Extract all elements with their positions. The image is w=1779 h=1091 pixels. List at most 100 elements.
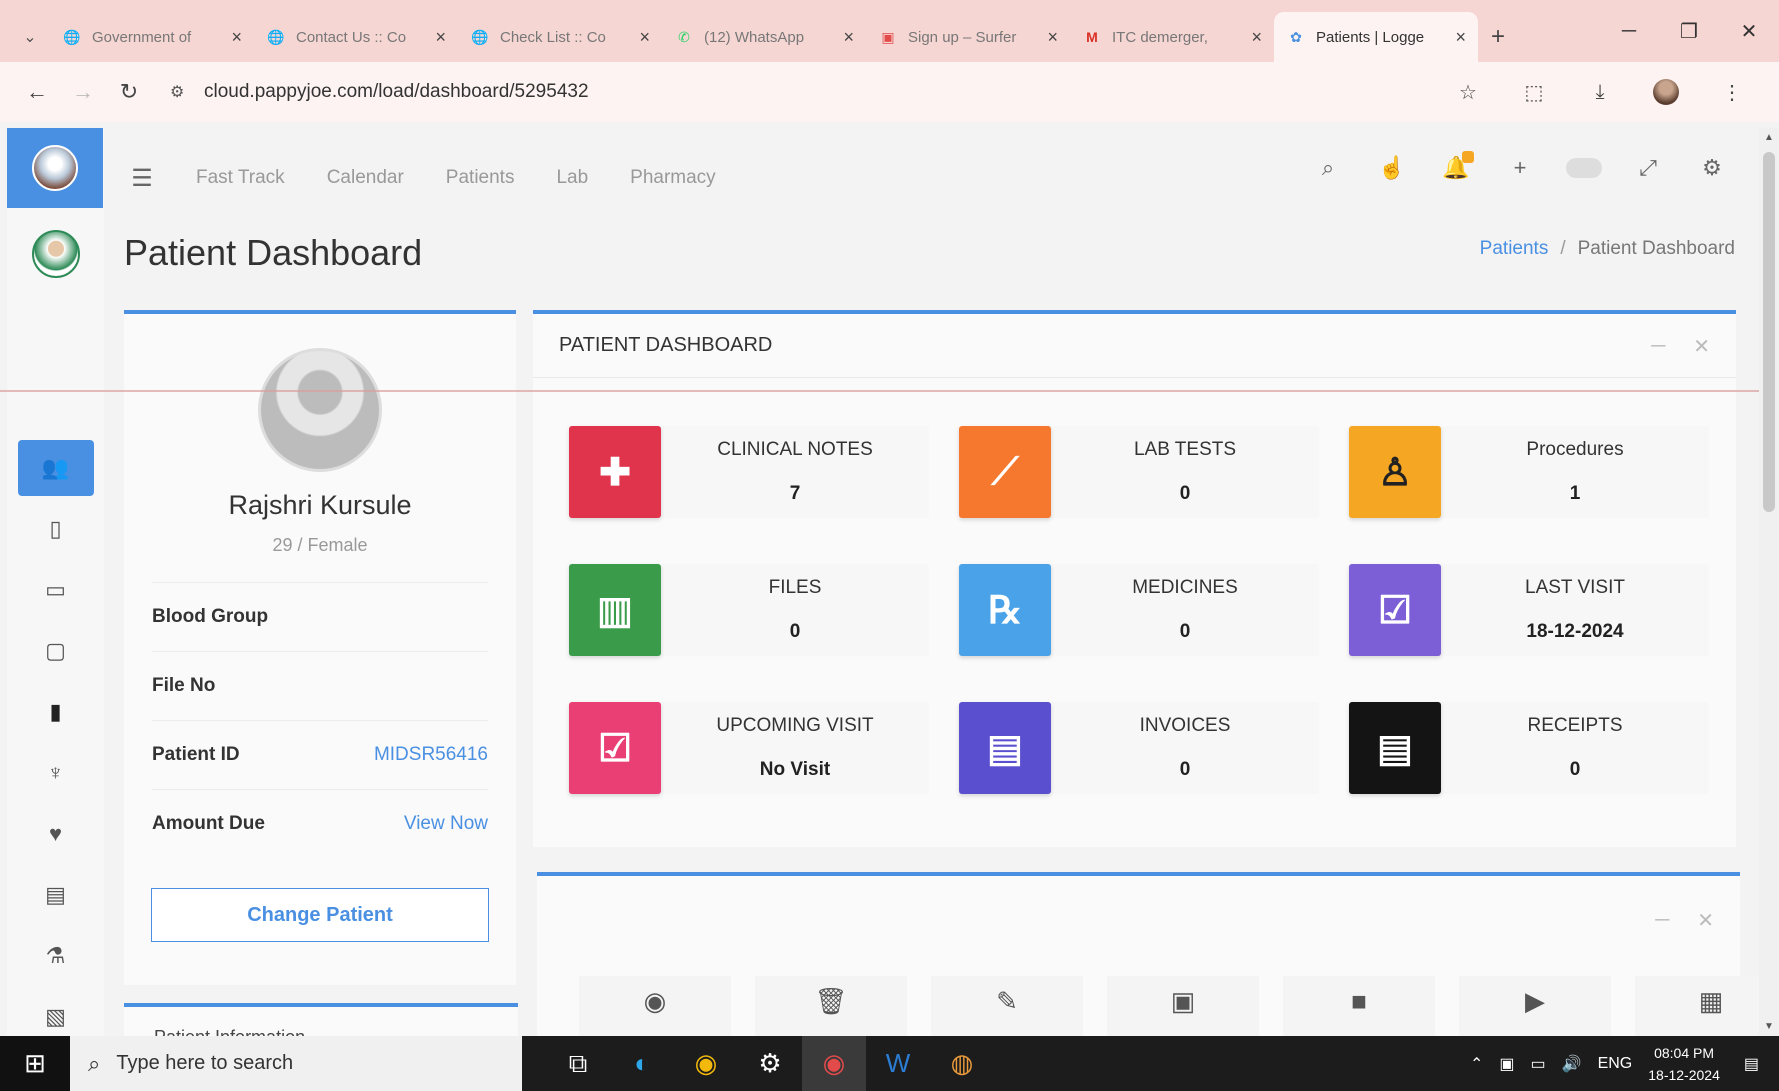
back-icon[interactable]: ←: [14, 72, 60, 112]
tab-search-dropdown[interactable]: ⌄: [10, 12, 50, 62]
task-view-icon[interactable]: ⧉: [546, 1036, 610, 1091]
action-profile[interactable]: ◉: [579, 976, 731, 1040]
action-edit[interactable]: ✎: [931, 976, 1083, 1040]
browser-tab-active[interactable]: ✿ Patients | Logge ×: [1274, 12, 1478, 62]
taskbar-search-input[interactable]: ⌕ Type here to search: [70, 1036, 522, 1091]
notifications-icon[interactable]: ▤: [1744, 1054, 1759, 1074]
nav-lab[interactable]: Lab: [556, 167, 588, 189]
action-appointment[interactable]: ▦: [1635, 976, 1779, 1040]
clock[interactable]: 08:04 PM 18-12-2024: [1648, 1042, 1720, 1086]
change-patient-button[interactable]: Change Patient: [151, 888, 489, 942]
close-tab-icon[interactable]: ×: [843, 27, 854, 48]
chrome-icon[interactable]: ◉: [674, 1036, 738, 1091]
scroll-down-icon[interactable]: ▼: [1759, 1021, 1779, 1032]
sidebar-item-patients[interactable]: 👥: [17, 440, 94, 496]
restore-icon[interactable]: ❐: [1659, 0, 1719, 62]
volume-icon[interactable]: 🔊: [1562, 1054, 1582, 1074]
view-now-link[interactable]: View Now: [404, 813, 488, 835]
sidebar-item-clinical[interactable]: ▤: [18, 867, 94, 923]
tile-receipts[interactable]: ▤ RECEIPTS 0: [1349, 702, 1709, 794]
nav-fast-track[interactable]: Fast Track: [196, 167, 285, 189]
close-tab-icon[interactable]: ×: [1455, 27, 1466, 48]
close-panel-icon[interactable]: ✕: [1693, 334, 1710, 359]
tile-medicines[interactable]: ℞ MEDICINES 0: [959, 564, 1319, 656]
sidebar-item-dental[interactable]: ♆: [18, 745, 94, 801]
close-tab-icon[interactable]: ×: [1047, 27, 1058, 48]
sidebar-item-records[interactable]: ▯: [18, 501, 94, 557]
tile-procedures[interactable]: ♙ Procedures 1: [1349, 426, 1709, 518]
hand-coin-icon[interactable]: ☝: [1360, 155, 1424, 181]
scrollbar-thumb[interactable]: [1763, 152, 1775, 512]
site-info-icon[interactable]: ⚙: [170, 82, 204, 102]
download-icon[interactable]: ⤓: [1567, 72, 1633, 112]
sidebar-item-vitals[interactable]: ♥: [18, 806, 94, 862]
minimize-icon[interactable]: ─: [1599, 0, 1659, 62]
action-delete[interactable]: 🗑: [755, 976, 907, 1040]
chrome-profile-icon[interactable]: ◉: [802, 1036, 866, 1091]
language-indicator[interactable]: ENG: [1598, 1055, 1633, 1073]
browser-tab[interactable]: ▣ Sign up – Surfer ×: [866, 12, 1070, 62]
browser-tab[interactable]: ✆ (12) WhatsApp ×: [662, 12, 866, 62]
bell-icon[interactable]: 🔔: [1424, 151, 1488, 181]
windows-start-icon[interactable]: ⊞: [0, 1036, 70, 1091]
browser-tab[interactable]: M ITC demerger, ×: [1070, 12, 1274, 62]
calendar-check-icon: ☑: [569, 702, 661, 794]
word-icon[interactable]: W: [866, 1036, 930, 1091]
forward-icon[interactable]: →: [60, 72, 106, 112]
app-icon[interactable]: ◍: [930, 1036, 994, 1091]
browser-tab[interactable]: 🌐 Check List :: Co ×: [458, 12, 662, 62]
tile-last-visit[interactable]: ☑ LAST VISIT 18-12-2024: [1349, 564, 1709, 656]
url-input[interactable]: ⚙ cloud.pappyjoe.com/load/dashboard/5295…: [166, 72, 1421, 112]
close-tab-icon[interactable]: ×: [1251, 27, 1262, 48]
app-logo[interactable]: [7, 128, 103, 208]
nav-patients[interactable]: Patients: [446, 167, 515, 189]
browser-tab[interactable]: 🌐 Government of ×: [50, 12, 254, 62]
edge-icon[interactable]: ◐: [610, 1036, 674, 1091]
breadcrumb: Patients / Patient Dashboard: [1480, 238, 1735, 260]
page-scrollbar[interactable]: ▲ ▼: [1759, 128, 1779, 1036]
tile-files[interactable]: ▥ FILES 0: [569, 564, 929, 656]
settings-icon[interactable]: ⚙: [738, 1036, 802, 1091]
new-tab-button[interactable]: +: [1478, 12, 1518, 62]
nav-pharmacy[interactable]: Pharmacy: [630, 167, 716, 189]
search-icon[interactable]: ⌕: [1296, 155, 1360, 181]
breadcrumb-patients-link[interactable]: Patients: [1480, 238, 1549, 259]
theme-toggle[interactable]: [1566, 158, 1602, 178]
collapse-icon[interactable]: ─: [1655, 909, 1669, 932]
profile-avatar[interactable]: [1633, 72, 1699, 112]
fullscreen-icon[interactable]: ⤢: [1616, 155, 1680, 181]
nav-calendar[interactable]: Calendar: [327, 167, 404, 189]
scroll-up-icon[interactable]: ▲: [1759, 132, 1779, 143]
hamburger-menu-icon[interactable]: ☰: [112, 164, 172, 193]
browser-menu-icon[interactable]: ⋮: [1699, 72, 1765, 112]
pappyjoe-icon: ✿: [1290, 28, 1302, 45]
close-tab-icon[interactable]: ×: [231, 27, 242, 48]
action-video[interactable]: ■: [1283, 976, 1435, 1040]
browser-tab[interactable]: 🌐 Contact Us :: Co ×: [254, 12, 458, 62]
network-icon[interactable]: ▭: [1531, 1054, 1546, 1074]
tray-chevron-icon[interactable]: ⌃: [1470, 1054, 1483, 1074]
sidebar-item-contacts[interactable]: ▭: [18, 562, 94, 618]
collapse-icon[interactable]: ─: [1651, 335, 1665, 358]
sidebar-item-lab[interactable]: ⚗: [18, 928, 94, 984]
add-icon[interactable]: +: [1488, 155, 1552, 181]
tray-app-icon[interactable]: ▣: [1499, 1054, 1514, 1074]
tile-invoices[interactable]: ▤ INVOICES 0: [959, 702, 1319, 794]
tile-lab-tests[interactable]: ⟋ LAB TESTS 0: [959, 426, 1319, 518]
tile-upcoming-visit[interactable]: ☑ UPCOMING VISIT No Visit: [569, 702, 929, 794]
close-tab-icon[interactable]: ×: [435, 27, 446, 48]
action-print[interactable]: ▣: [1107, 976, 1259, 1040]
settings-gear-icon[interactable]: ⚙: [1680, 155, 1744, 181]
reload-icon[interactable]: ↻: [106, 72, 152, 112]
sidebar-item-notes[interactable]: ▮: [18, 684, 94, 740]
close-window-icon[interactable]: ✕: [1719, 0, 1779, 62]
close-tab-icon[interactable]: ×: [639, 27, 650, 48]
prescription-icon: ℞: [959, 564, 1051, 656]
extensions-icon[interactable]: ⬚: [1501, 72, 1567, 112]
bookmark-star-icon[interactable]: ☆: [1435, 72, 1501, 112]
action-play[interactable]: ▶: [1459, 976, 1611, 1040]
close-panel-icon[interactable]: ✕: [1697, 908, 1714, 933]
doctor-avatar[interactable]: [31, 230, 80, 278]
tile-clinical-notes[interactable]: ✚ CLINICAL NOTES 7: [569, 426, 929, 518]
sidebar-item-calendar[interactable]: ▢: [18, 623, 94, 679]
